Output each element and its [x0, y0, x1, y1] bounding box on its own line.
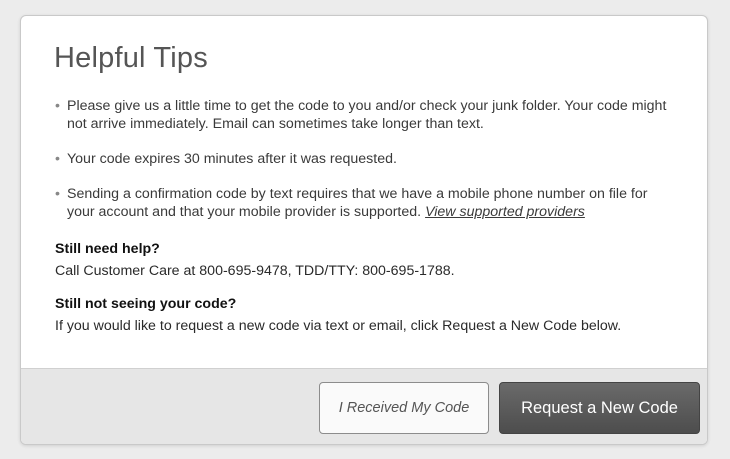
- view-supported-providers-link[interactable]: View supported providers: [425, 204, 585, 220]
- helpful-tips-dialog: Helpful Tips • Please give us a little t…: [20, 15, 708, 445]
- still-not-seeing-section: Still not seeing your code? If you would…: [55, 294, 621, 336]
- request-new-code-instructions: If you would like to request a new code …: [55, 318, 622, 334]
- customer-care-text: Call Customer Care at 800-695-9478, TDD/…: [55, 263, 455, 279]
- received-code-button[interactable]: I Received My Code: [319, 382, 489, 434]
- tip-text: Your code expires 30 minutes after it wa…: [67, 151, 397, 167]
- dialog-title: Helpful Tips: [54, 42, 208, 74]
- bullet-icon: •: [55, 186, 60, 202]
- dialog-content: Helpful Tips • Please give us a little t…: [21, 16, 707, 368]
- tip-item: • Please give us a little time to get th…: [55, 97, 675, 133]
- bullet-icon: •: [55, 151, 60, 167]
- still-need-help-section: Still need help? Call Customer Care at 8…: [55, 239, 455, 281]
- tip-item: • Sending a confirmation code by text re…: [55, 185, 675, 221]
- request-new-code-button[interactable]: Request a New Code: [499, 382, 700, 434]
- tips-list: • Please give us a little time to get th…: [55, 97, 675, 221]
- tip-text: Please give us a little time to get the …: [67, 98, 667, 132]
- tip-item: • Your code expires 30 minutes after it …: [55, 150, 675, 168]
- still-need-help-heading: Still need help?: [55, 241, 160, 257]
- dialog-footer: I Received My Code Request a New Code: [21, 368, 707, 444]
- still-not-seeing-heading: Still not seeing your code?: [55, 296, 237, 312]
- bullet-icon: •: [55, 98, 60, 114]
